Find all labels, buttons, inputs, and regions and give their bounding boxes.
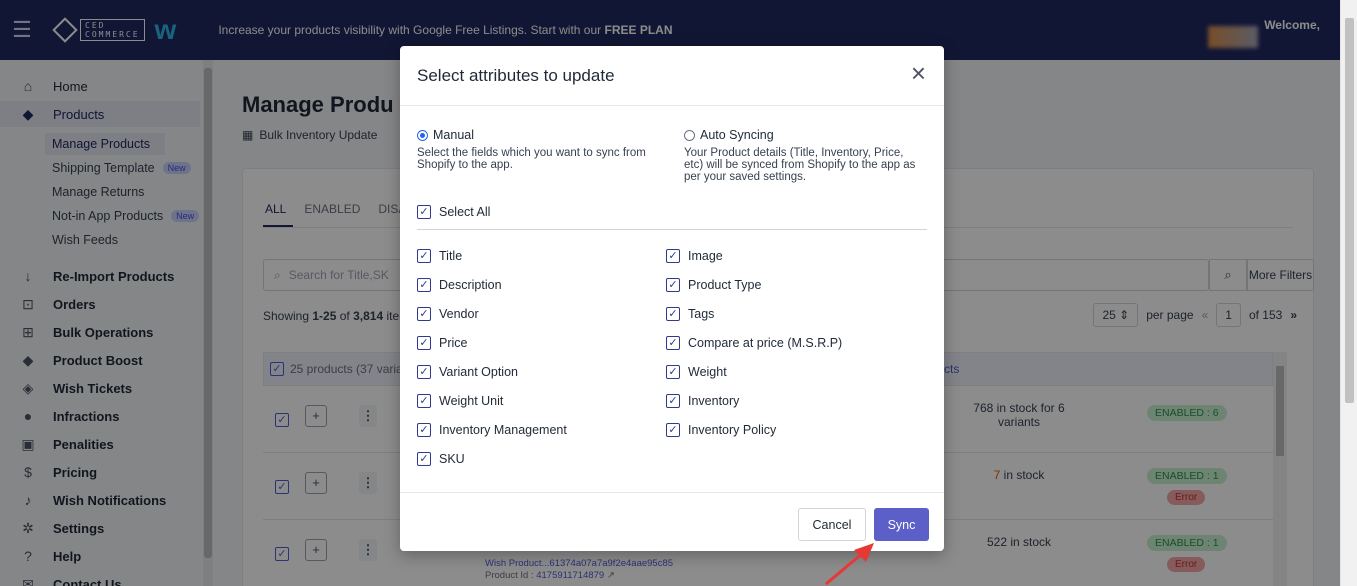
checkbox-checked-icon: ✓ bbox=[417, 394, 431, 408]
checkbox-checked-icon: ✓ bbox=[417, 249, 431, 263]
field-checkbox-product-type[interactable]: ✓ Product Type bbox=[666, 278, 761, 292]
checkbox-checked-icon: ✓ bbox=[417, 365, 431, 379]
checkbox-checked-icon: ✓ bbox=[666, 249, 680, 263]
checkbox-checked-icon: ✓ bbox=[417, 205, 431, 219]
page-scrollbar-thumb[interactable] bbox=[1345, 18, 1354, 403]
cancel-button[interactable]: Cancel bbox=[798, 508, 866, 541]
field-checkbox-image[interactable]: ✓ Image bbox=[666, 249, 723, 263]
checkbox-checked-icon: ✓ bbox=[666, 278, 680, 292]
checkbox-checked-icon: ✓ bbox=[666, 394, 680, 408]
modal-title: Select attributes to update bbox=[417, 66, 615, 85]
field-checkbox-weight-unit[interactable]: ✓ Weight Unit bbox=[417, 394, 503, 408]
checkbox-checked-icon: ✓ bbox=[417, 336, 431, 350]
sync-button[interactable]: Sync bbox=[874, 508, 929, 541]
auto-syncing-radio[interactable] bbox=[684, 129, 695, 141]
field-checkbox-variant-option[interactable]: ✓ Variant Option bbox=[417, 365, 518, 379]
checkbox-checked-icon: ✓ bbox=[417, 423, 431, 437]
field-checkbox-title[interactable]: ✓ Title bbox=[417, 249, 462, 263]
modal-footer-divider bbox=[400, 492, 944, 493]
checkbox-checked-icon: ✓ bbox=[666, 423, 680, 437]
manual-radio-option[interactable]: Manual bbox=[417, 128, 474, 142]
select-all-checkbox[interactable]: ✓ Select All bbox=[417, 205, 490, 219]
field-checkbox-compare-at-price[interactable]: ✓ Compare at price (M.S.R.P) bbox=[666, 336, 842, 350]
auto-syncing-radio-option[interactable]: Auto Syncing bbox=[684, 128, 774, 142]
manual-radio[interactable] bbox=[417, 129, 428, 141]
close-icon[interactable]: × bbox=[911, 60, 926, 86]
field-checkbox-tags[interactable]: ✓ Tags bbox=[666, 307, 714, 321]
field-checkbox-inventory[interactable]: ✓ Inventory bbox=[666, 394, 739, 408]
select-attributes-modal: Select attributes to update × Manual Sel… bbox=[400, 46, 944, 551]
checkbox-checked-icon: ✓ bbox=[666, 365, 680, 379]
select-all-divider bbox=[417, 229, 927, 230]
checkbox-checked-icon: ✓ bbox=[417, 278, 431, 292]
field-checkbox-price[interactable]: ✓ Price bbox=[417, 336, 467, 350]
field-checkbox-vendor[interactable]: ✓ Vendor bbox=[417, 307, 479, 321]
field-checkbox-weight[interactable]: ✓ Weight bbox=[666, 365, 727, 379]
field-checkbox-description[interactable]: ✓ Description bbox=[417, 278, 502, 292]
checkbox-checked-icon: ✓ bbox=[417, 307, 431, 321]
checkbox-checked-icon: ✓ bbox=[417, 452, 431, 466]
auto-syncing-description: Your Product details (Title, Inventory, … bbox=[684, 147, 916, 183]
checkbox-checked-icon: ✓ bbox=[666, 336, 680, 350]
field-checkbox-sku[interactable]: ✓ SKU bbox=[417, 452, 465, 466]
modal-header-divider bbox=[400, 105, 944, 106]
field-checkbox-inventory-management[interactable]: ✓ Inventory Management bbox=[417, 423, 567, 437]
field-checkbox-inventory-policy[interactable]: ✓ Inventory Policy bbox=[666, 423, 776, 437]
page-scrollbar[interactable] bbox=[1340, 0, 1357, 586]
red-arrow-annotation-icon bbox=[825, 543, 874, 586]
manual-description: Select the fields which you want to sync… bbox=[417, 147, 646, 171]
checkbox-checked-icon: ✓ bbox=[666, 307, 680, 321]
